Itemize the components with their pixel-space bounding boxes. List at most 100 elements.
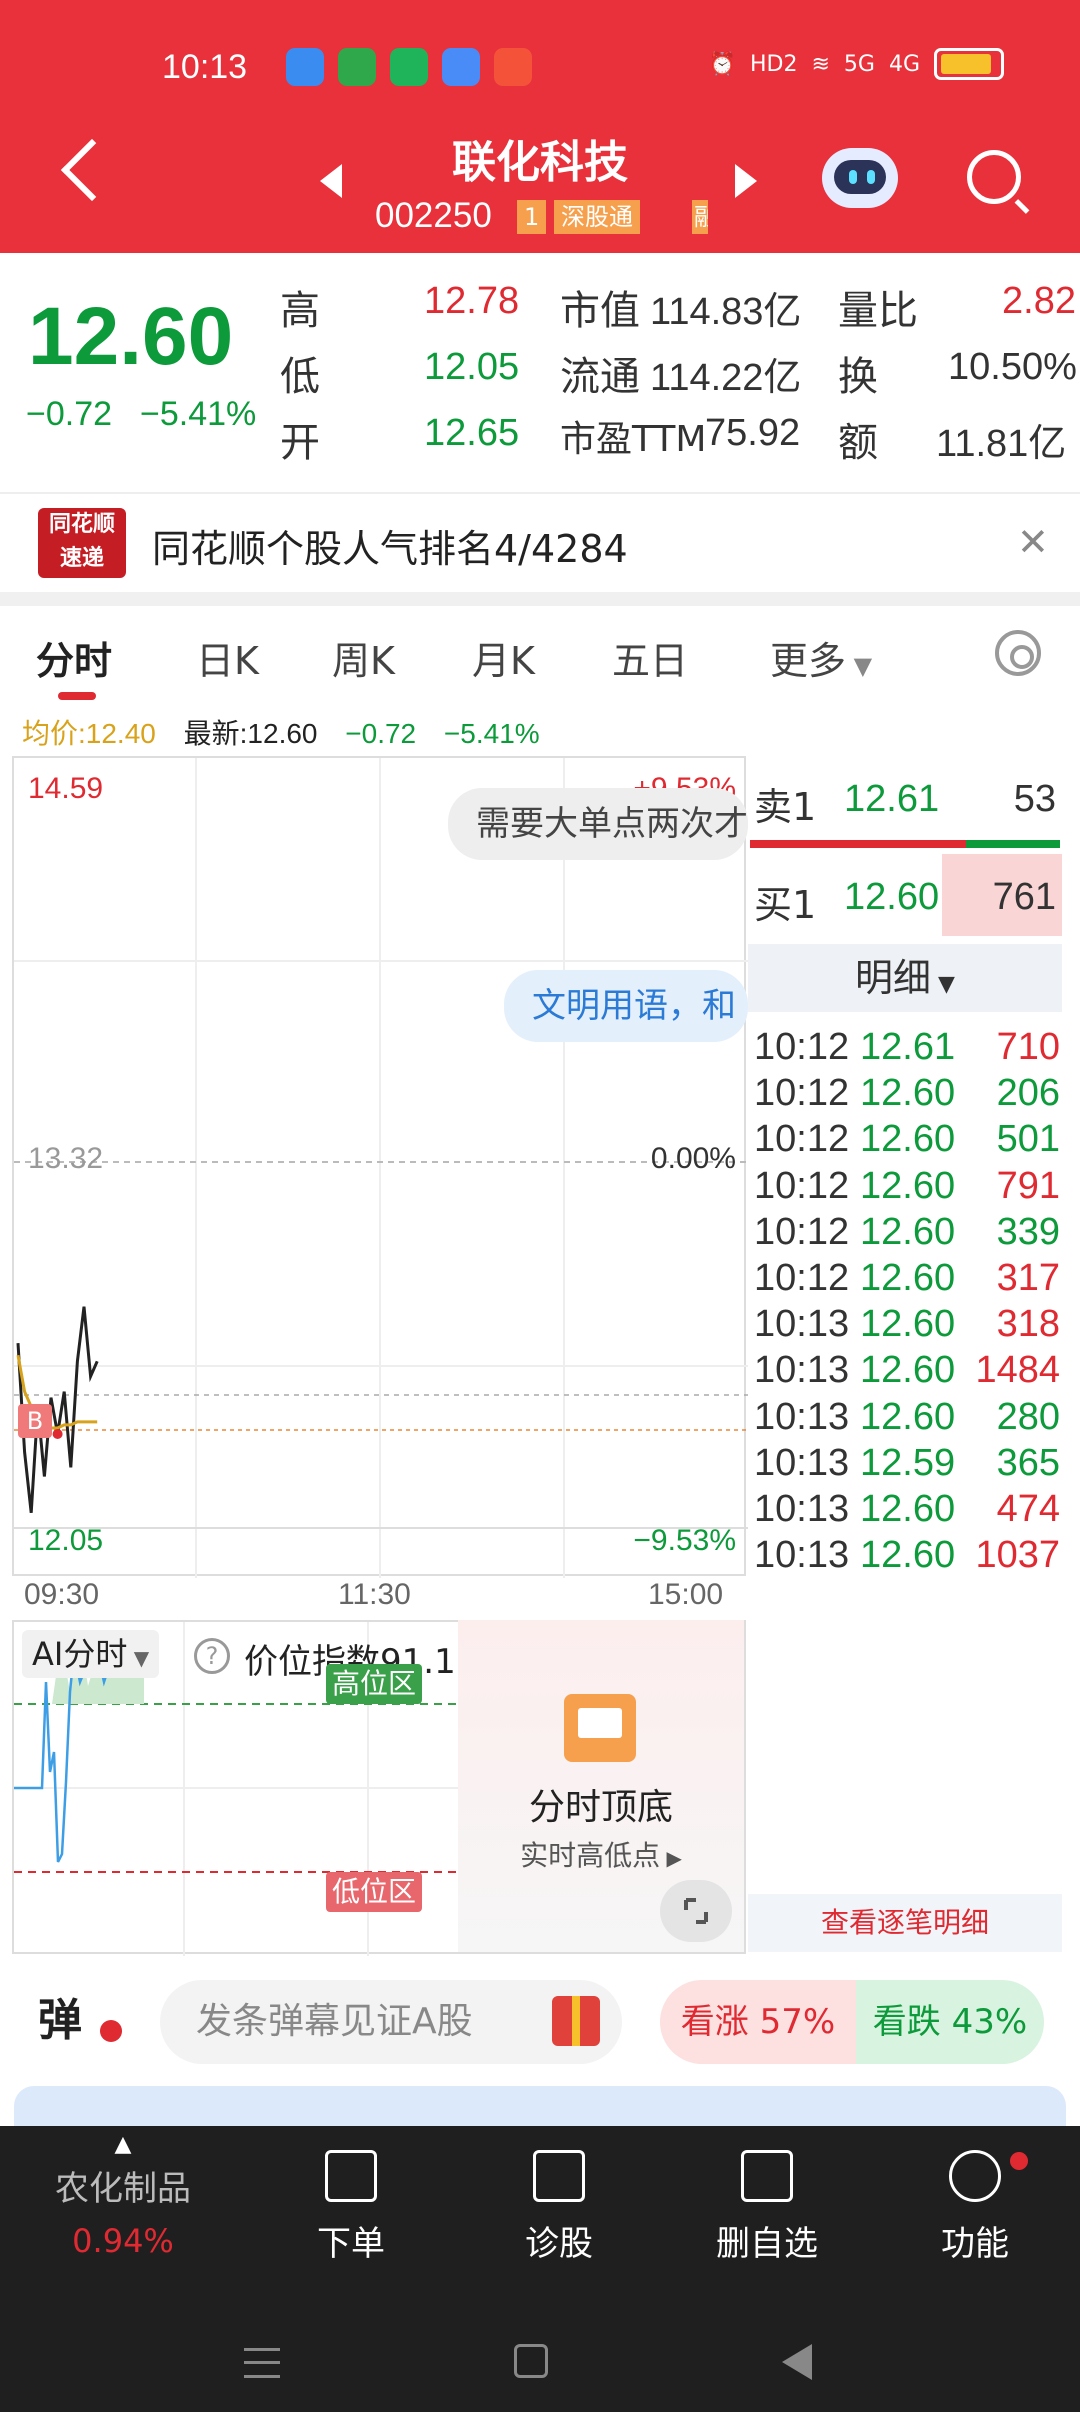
header-bar: 10:13 ⏰ HD2 ≋ 5G 4G 联化科技 002250 1 深股通 融 [0,0,1080,253]
notice-banner[interactable] [14,2086,1066,2126]
vote-down-button[interactable]: 看跌 43% [856,1980,1044,2064]
close-icon[interactable]: ✕ [1017,520,1049,564]
vote-up-button[interactable]: 看涨 57% [660,1980,856,2064]
sector-name: 农化制品 [55,2169,191,2209]
dropdown-icon: ▼ [846,652,873,680]
trade-volume: 339 [996,1210,1060,1253]
status-bar: 10:13 ⏰ HD2 ≋ 5G 4G [0,42,1080,94]
tab-monthly-k[interactable]: 月K [472,630,535,685]
y-label-mid: 13.32 [28,1142,104,1175]
trade-price: 12.59 [860,1441,956,1484]
volume-ratio-label: 量比 [838,288,918,334]
high-label: 高 [280,288,320,334]
open-label: 开 [280,420,320,466]
trade-time: 10:12 [754,1210,850,1253]
detail-label: 明细 [855,956,932,1000]
tab-intraday[interactable]: 分时 [36,630,112,685]
diagnose-icon [533,2150,585,2202]
remove-watchlist-button[interactable]: 删自选 [682,2150,852,2265]
home-icon[interactable] [514,2344,548,2378]
pct-label-mid: 0.00% [650,1142,736,1175]
stock-code: 002250 [375,196,492,235]
trade-volume: 710 [996,1026,1060,1068]
buy-label: 买1 [754,883,817,927]
sell-row[interactable]: 卖1 12.61 53 [748,756,1062,838]
trade-price: 12.60 [860,1257,956,1299]
danmu-bubble: 需要大单点两次才能进 [448,788,748,860]
help-icon[interactable]: ? [194,1638,230,1674]
buy-volume: 761 [992,876,1056,918]
sector-button[interactable]: ▲ 农化制品 0.94% [28,2132,218,2260]
back-nav-icon[interactable] [782,2344,812,2380]
badge-margin: 融 [692,200,708,234]
trade-price: 12.61 [860,1026,956,1068]
tab-more[interactable]: 更多 ▼ [770,630,872,685]
trade-time: 10:12 [754,1026,850,1068]
danmu-toggle-label: 弹 [38,1995,82,2046]
turnover-label: 换 [838,354,878,400]
alarm-icon: ⏰ [708,51,736,77]
buy-marker[interactable]: B [18,1404,52,1438]
settings-icon[interactable] [995,630,1041,676]
rank-text[interactable]: 同花顺个股人气排名4/4284 [152,518,628,573]
last-change: −0.72 [345,718,417,749]
order-button[interactable]: 下单 [266,2150,436,2265]
x-label-noon: 11:30 [338,1578,411,1611]
system-nav-bar [0,2320,1080,2412]
recents-icon[interactable] [244,2348,280,2378]
trade-volume: 474 [996,1488,1060,1530]
next-stock-icon[interactable] [735,164,757,198]
y-label-top: 14.59 [28,772,104,805]
ai-pill-label: AI分时 [32,1635,128,1673]
high-value: 12.78 [424,280,520,322]
buy-row[interactable]: 买1 12.60 761 [748,854,1062,936]
gift-icon[interactable] [552,1996,600,2046]
trade-price: 12.60 [860,1488,956,1530]
remove-watchlist-icon [741,2150,793,2202]
tab-more-label: 更多 [770,639,847,683]
detail-dropdown[interactable]: 明细 ▼ [748,944,1062,1012]
expand-glyph [684,1898,708,1924]
danmu-toggle-button[interactable]: 弹 [38,1984,128,2064]
chart-tabs [0,606,1080,702]
pe-value: 75.92 [705,412,801,454]
tab-five-day[interactable]: 五日 [612,630,688,685]
last-change-pct: −5.41% [443,718,540,749]
remove-watchlist-label: 删自选 [716,2224,818,2264]
tab-weekly-k[interactable]: 周K [332,630,395,685]
app-notification-icon [442,48,480,86]
intraday-chart-svg [14,758,748,1578]
ths-news-logo: 同花顺 速递 [38,508,126,578]
top-bottom-title: 分时顶底 [528,1787,673,1828]
trade-time: 10:12 [754,1164,850,1207]
open-value: 12.65 [424,412,520,454]
search-icon[interactable] [967,150,1021,204]
diagnose-button[interactable]: 诊股 [474,2150,644,2265]
trade-price: 12.60 [860,1395,956,1438]
divider [0,592,1080,606]
tab-daily-k[interactable]: 日K [196,630,259,685]
order-icon [325,2150,377,2202]
top-bottom-subtitle[interactable]: 实时高低点 ▶ [458,1834,744,1874]
trade-volume: 206 [996,1072,1060,1115]
view-tick-details-link[interactable]: 查看逐笔明细 [748,1894,1062,1952]
trade-row: 10:13 12.60 1037 [754,1534,1060,1604]
trade-volume: 1484 [975,1349,1060,1392]
menu-icon [949,2150,1001,2202]
pct-label-bot: −9.53% [633,1524,736,1557]
video-app-icon [494,48,532,86]
trade-volume: 365 [996,1441,1060,1484]
ai-robot-icon[interactable] [822,148,898,208]
notification-icons [286,48,532,86]
expand-icon[interactable] [660,1880,732,1942]
intraday-chart[interactable]: 14.59 13.32 12.05 +9.53% 0.00% −9.53% B … [12,756,748,1578]
functions-button[interactable]: 功能 [890,2150,1060,2265]
order-label: 下单 [317,2224,385,2264]
trade-time: 10:13 [754,1488,850,1530]
mcap-value: 114.83亿 [650,291,802,333]
trade-price: 12.60 [860,1072,956,1115]
y-label-bot: 12.05 [28,1524,104,1557]
trade-time: 10:12 [754,1072,850,1115]
ai-intraday-dropdown[interactable]: AI分时 ▼ [22,1630,160,1678]
stock-name: 联化科技 [452,137,628,188]
